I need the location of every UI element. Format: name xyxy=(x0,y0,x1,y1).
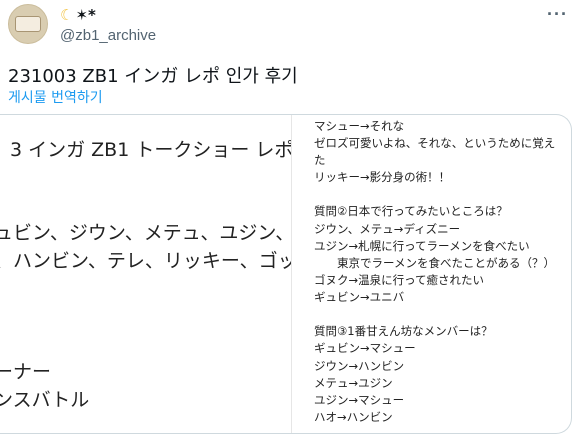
image-text-line: 質問②日本で行ってみたいところは？ xyxy=(314,204,508,218)
avatar-logo-icon xyxy=(15,16,41,32)
image-text-line: ーナー xyxy=(0,361,52,383)
media-image-left[interactable]: 3 インガ ZB1 トークショー レポ ゚ュビン、ジウン、メテュ、ユジン、 、ハ… xyxy=(0,115,292,433)
translate-link[interactable]: 게시물 번역하기 xyxy=(8,87,103,107)
crescent-moon-icon: ☾ xyxy=(60,6,74,24)
tweet-text: 231003 ZB1 インガ レポ 인가 후기 xyxy=(8,66,298,87)
author-handle[interactable]: @zb1_archive xyxy=(60,27,156,44)
image-text-line: ゼロズ可愛いよね、それな、というために覚え xyxy=(314,136,556,150)
image-text-line: リッキー→影分身の術！！ xyxy=(314,170,451,184)
image-text-line: ハオ→ハンビン xyxy=(314,410,393,424)
image-text-line: 質問③1番甘えん坊なメンバーは？ xyxy=(314,324,493,338)
display-name[interactable]: ✶* xyxy=(75,6,95,24)
image-text-line: メテュ→ユジン xyxy=(314,376,393,390)
image-text-line: ンスバトル xyxy=(0,389,90,411)
author-name-row[interactable]: ☾ ✶* xyxy=(60,5,96,25)
image-text-line: マシュー→それな xyxy=(314,119,405,133)
more-options-icon[interactable]: ··· xyxy=(547,4,568,25)
image-text-line: ユジン→マシュー xyxy=(314,393,405,407)
media-image-right[interactable]: マシュー→それな ゼロズ可愛いよね、それな、というために覚え た リッキー→影分… xyxy=(292,115,571,433)
media-grid[interactable]: 3 インガ ZB1 トークショー レポ ゚ュビン、ジウン、メテュ、ユジン、 、ハ… xyxy=(0,114,572,434)
image-text-line: 、ハンビン、テレ、リッキー、ゴッ xyxy=(0,250,292,272)
image-text-line: ギュビン→ユニバ xyxy=(314,290,405,304)
avatar[interactable] xyxy=(8,4,48,44)
image-text-line: ユジン→札幌に行ってラーメンを食べたい xyxy=(314,239,530,253)
image-text-line: ゴヌク→温泉に行って癒されたい xyxy=(314,273,485,287)
image-text-line: ギュビン→マシュー xyxy=(314,341,416,355)
image-text-line: ゚ュビン、ジウン、メテュ、ユジン、 xyxy=(0,222,292,244)
image-text-line: 3 インガ ZB1 トークショー レポ xyxy=(10,139,292,161)
image-text-line: 東京でラーメンを食べたことがある（？） xyxy=(314,256,556,270)
image-text-line: ジウン、メテュ→ディズニー xyxy=(314,222,461,236)
image-text-line: ジウン→ハンビン xyxy=(314,359,405,373)
image-text-line: た xyxy=(314,153,326,167)
